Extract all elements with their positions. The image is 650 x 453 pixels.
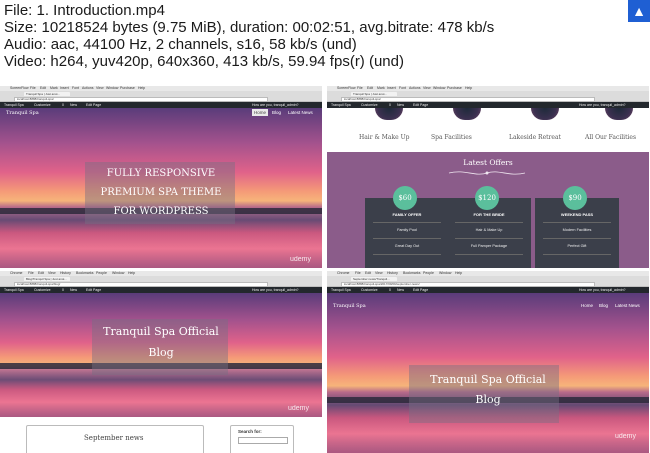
hero-line-1: Tranquil Spa Official	[103, 325, 219, 338]
video-info-header: File: 1. Introduction.mp4 Size: 10218524…	[0, 0, 650, 84]
browser-tab[interactable]: Tranquil Spa | Just anot...	[24, 92, 70, 96]
offer-item: Full Pamper Package	[470, 244, 508, 248]
hero-line-2: Blog	[148, 346, 174, 359]
hero-banner: Tranquil Spa Official Blog udemy	[0, 293, 322, 417]
divider	[455, 254, 523, 255]
offer-item: Family Pool	[397, 228, 417, 232]
offer-price-badge: $60	[393, 186, 417, 210]
udemy-watermark: udemy	[288, 405, 310, 412]
offer-name: WEEKEND PASS	[560, 212, 594, 217]
offer-item: Modern Facilities	[562, 228, 592, 232]
service-hair-makeup[interactable]: Hair & Make Up	[359, 134, 409, 141]
site-title[interactable]: Tranquil Spa	[333, 303, 366, 309]
browser-chrome: Tranquil Spa | Just anot... localhost:88…	[0, 91, 322, 108]
divider	[455, 238, 523, 239]
hero-banner: Tranquil Spa Home Blog Latest News FULLY…	[0, 108, 322, 268]
hero-line-1: Tranquil Spa Official	[430, 373, 546, 386]
hero-line-1: FULLY RESPONSIVE	[106, 168, 216, 179]
video-line: Video: h264, yuv420p, 640x360, 413 kb/s,…	[4, 53, 404, 70]
file-name-line: File: 1. Introduction.mp4	[4, 2, 165, 19]
help-icon[interactable]: ▲	[628, 0, 650, 22]
thumbnail-1: ScreenFlow File Edit Mark Insert Font Ac…	[0, 86, 322, 268]
hero-line-3: FOR WORDPRESS	[113, 206, 209, 217]
nav-latest-news[interactable]: Latest News	[615, 303, 640, 308]
thumbnail-3: Chrome File Edit View History Bookmarks …	[0, 271, 322, 453]
site-title[interactable]: Tranquil Spa	[6, 110, 39, 116]
latest-offers-section: Latest Offers $60 FAMILY OFFER Family Po…	[327, 152, 649, 268]
udemy-watermark: udemy	[290, 256, 312, 263]
offer-item: Hair & Make Up	[475, 228, 503, 232]
search-input[interactable]	[238, 437, 288, 444]
browser-tab[interactable]: September news/Tranquil...	[351, 277, 397, 281]
nav-latest-news[interactable]: Latest News	[288, 110, 313, 115]
offer-card[interactable]: $60 FAMILY OFFER Family Pool Great Day O…	[365, 186, 449, 268]
browser-chrome: September news/Tranquil... localhost:888…	[327, 276, 649, 293]
hero-line-2: Blog	[475, 393, 501, 406]
offer-card[interactable]: $90 WEEKEND PASS Modern Facilities Perfe…	[535, 186, 619, 268]
offer-card[interactable]: $120 FOR THE BRIDE Hair & Make Up Full P…	[447, 186, 531, 268]
browser-chrome: Blog/Tranquil Spa | Just anot... localho…	[0, 276, 322, 293]
nav-blog[interactable]: Blog	[599, 303, 608, 308]
audio-line: Audio: aac, 44100 Hz, 2 channels, s16, 5…	[4, 36, 357, 53]
divider	[455, 222, 523, 223]
browser-chrome: Tranquil Spa | Just anot... localhost:88…	[327, 91, 649, 108]
nav-home[interactable]: Home	[252, 109, 269, 116]
nav-blog[interactable]: Blog	[272, 110, 281, 115]
services-strip	[327, 108, 649, 152]
service-all-facilities[interactable]: All Our Facilities	[585, 134, 636, 141]
browser-tab[interactable]: Blog/Tranquil Spa | Just anot...	[24, 277, 70, 281]
offer-item: Great Day Out	[394, 244, 420, 248]
offers-title: Latest Offers	[463, 158, 513, 167]
divider	[373, 222, 441, 223]
hero-banner: Tranquil Spa Home Blog Latest News Tranq…	[327, 293, 649, 453]
size-line: Size: 10218524 bytes (9.75 MiB), duratio…	[4, 19, 495, 36]
udemy-watermark: udemy	[615, 433, 637, 440]
nav-home[interactable]: Home	[581, 303, 593, 308]
divider	[373, 238, 441, 239]
divider	[543, 222, 611, 223]
service-spa-facilities[interactable]: Spa Facilities	[431, 134, 472, 141]
ornament-icon	[448, 171, 526, 175]
divider	[373, 254, 441, 255]
offer-name: FOR THE BRIDE	[473, 212, 505, 217]
offer-price-badge: $90	[563, 186, 587, 210]
hero-line-2: PREMIUM SPA THEME	[100, 187, 222, 198]
service-lakeside-retreat[interactable]: Lakeside Retreat	[509, 134, 561, 141]
browser-tab[interactable]: Tranquil Spa | Just anot...	[351, 92, 397, 96]
offer-item: Perfect Gift	[567, 244, 587, 248]
divider	[543, 238, 611, 239]
hero-water	[0, 369, 322, 417]
offer-name: FAMILY OFFER	[392, 212, 422, 217]
offer-price-badge: $120	[475, 186, 499, 210]
thumbnail-4: Chrome File Edit View History Bookmarks …	[327, 271, 649, 453]
search-label: Search for:	[238, 429, 262, 434]
thumbnail-2: ScreenFlow File Edit Mark Insert Font Ac…	[327, 86, 649, 268]
post-title[interactable]: September news	[84, 434, 143, 442]
divider	[543, 254, 611, 255]
